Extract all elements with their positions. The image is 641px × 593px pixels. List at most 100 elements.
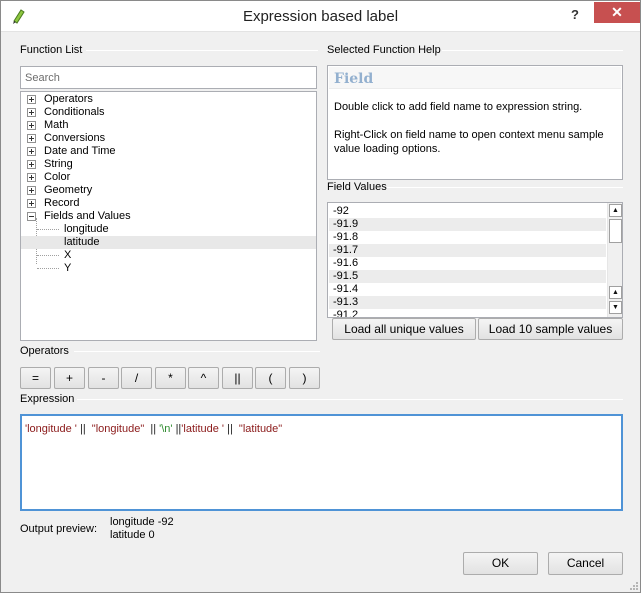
list-item[interactable]: -91.9 (329, 218, 606, 231)
tree-item-field-y[interactable]: Y (21, 262, 316, 275)
expression-label: Expression (20, 393, 75, 405)
operator-open-paren-button[interactable]: ( (255, 367, 286, 389)
operator-divide-button[interactable]: / (121, 367, 152, 389)
expand-icon[interactable] (27, 199, 36, 208)
field-values-label: Field Values (327, 181, 387, 193)
tree-item-label: X (64, 249, 72, 261)
tree-item-label: Operators (44, 93, 93, 105)
search-input[interactable] (20, 66, 317, 89)
tree-item-fields-and-values[interactable]: Fields and Values (21, 210, 316, 223)
operator-equals-button[interactable]: = (20, 367, 51, 389)
expr-token: '\n' (159, 423, 173, 435)
window-title: Expression based label (242, 8, 399, 25)
field-values-list[interactable]: -92 -91.9 -91.8 -91.7 -91.6 -91.5 -91.4 … (327, 202, 623, 318)
tree-item-operators[interactable]: Operators (21, 93, 316, 106)
expr-token: 'latitude ' (181, 423, 225, 435)
field-values-scrollbar[interactable]: ▲ ▲ ▼ (607, 203, 622, 317)
output-preview-line-2: latitude 0 (110, 529, 155, 541)
function-list-divider (86, 50, 318, 51)
operator-close-paren-button[interactable]: ) (289, 367, 320, 389)
tree-item-math[interactable]: Math (21, 119, 316, 132)
resize-grip-icon[interactable] (627, 579, 639, 591)
tree-item-record[interactable]: Record (21, 197, 316, 210)
tree-item-geometry[interactable]: Geometry (21, 184, 316, 197)
tree-item-label: Conditionals (44, 106, 105, 118)
list-item[interactable]: -92 (329, 205, 606, 218)
close-button[interactable]: ✕ (594, 2, 640, 23)
expr-token: || (224, 423, 236, 435)
tree-item-label: latitude (64, 236, 100, 248)
operators-label: Operators (20, 345, 69, 357)
tree-item-label: String (44, 158, 73, 170)
help-button[interactable]: ? (565, 5, 585, 25)
ok-button[interactable]: OK (463, 552, 538, 575)
tree-item-label: Fields and Values (44, 210, 131, 222)
output-preview-line-1: longitude -92 (110, 516, 174, 528)
expand-icon[interactable] (27, 108, 36, 117)
operator-power-button[interactable]: ^ (188, 367, 219, 389)
dialog-window: Expression based label ? ✕ Function List… (0, 0, 641, 593)
operators-divider (74, 351, 320, 352)
list-item[interactable]: -91.5 (329, 270, 606, 283)
expr-token: "longitude" (88, 423, 148, 435)
help-text-1: Double click to add field name to expres… (334, 101, 583, 113)
scroll-up-arrow-icon[interactable]: ▲ (609, 286, 622, 299)
tree-item-field-latitude[interactable]: latitude (21, 236, 316, 249)
list-item[interactable]: -91.7 (329, 244, 606, 257)
expand-icon[interactable] (27, 173, 36, 182)
tree-item-field-longitude[interactable]: longitude (21, 223, 316, 236)
list-item[interactable]: -91.6 (329, 257, 606, 270)
operator-minus-button[interactable]: - (88, 367, 119, 389)
operator-concat-button[interactable]: || (222, 367, 253, 389)
expr-token: || (172, 423, 182, 435)
tree-item-label: Conversions (44, 132, 106, 144)
expr-token: "latitude" (235, 423, 283, 435)
function-tree[interactable]: Operators Conditionals Math Conversions … (20, 91, 317, 341)
expand-icon[interactable] (27, 121, 36, 130)
scroll-thumb[interactable] (609, 219, 622, 243)
tree-item-field-x[interactable]: X (21, 249, 316, 262)
tree-item-label: Y (64, 262, 72, 274)
scroll-up-arrow-icon[interactable]: ▲ (609, 204, 622, 217)
tree-item-label: longitude (64, 223, 109, 235)
operator-multiply-button[interactable]: * (155, 367, 186, 389)
function-help-divider (442, 50, 623, 51)
help-text-2: Right-Click on field name to open contex… (334, 129, 604, 155)
list-item[interactable]: -91.4 (329, 283, 606, 296)
function-help-panel: Field Double click to add field name to … (327, 65, 623, 180)
expr-token: 'longitude ' (25, 423, 77, 435)
output-preview-label: Output preview: (20, 523, 98, 535)
tree-item-label: Record (44, 197, 80, 209)
cancel-button[interactable]: Cancel (548, 552, 623, 575)
expand-icon[interactable] (27, 147, 36, 156)
tree-item-conversions[interactable]: Conversions (21, 132, 316, 145)
collapse-icon[interactable] (27, 212, 36, 221)
expand-icon[interactable] (27, 95, 36, 104)
field-values-divider (387, 187, 623, 188)
help-title: Field (329, 67, 621, 89)
load-all-unique-values-button[interactable]: Load all unique values (332, 318, 476, 340)
function-list-label: Function List (20, 44, 83, 56)
load-10-sample-values-button[interactable]: Load 10 sample values (478, 318, 623, 340)
tree-item-label: Date and Time (44, 145, 116, 157)
operator-plus-button[interactable]: + (54, 367, 85, 389)
tree-item-label: Math (44, 119, 69, 131)
function-help-label: Selected Function Help (327, 44, 441, 56)
scroll-down-arrow-icon[interactable]: ▼ (609, 301, 622, 314)
tree-item-date-and-time[interactable]: Date and Time (21, 145, 316, 158)
tree-item-label: Color (44, 171, 71, 183)
list-item[interactable]: -91.8 (329, 231, 606, 244)
expand-icon[interactable] (27, 160, 36, 169)
tree-item-color[interactable]: Color (21, 171, 316, 184)
expr-token: || (147, 423, 160, 435)
tree-item-conditionals[interactable]: Conditionals (21, 106, 316, 119)
expr-token: || (76, 423, 89, 435)
list-item[interactable]: -91.2 (329, 309, 606, 317)
expression-divider (77, 399, 623, 400)
list-item[interactable]: -91.3 (329, 296, 606, 309)
expression-editor[interactable]: 'longitude ' || "longitude" || '\n' ||'l… (20, 414, 623, 511)
tree-item-string[interactable]: String (21, 158, 316, 171)
expand-icon[interactable] (27, 134, 36, 143)
expand-icon[interactable] (27, 186, 36, 195)
title-bar: Expression based label ? ✕ (1, 1, 640, 32)
